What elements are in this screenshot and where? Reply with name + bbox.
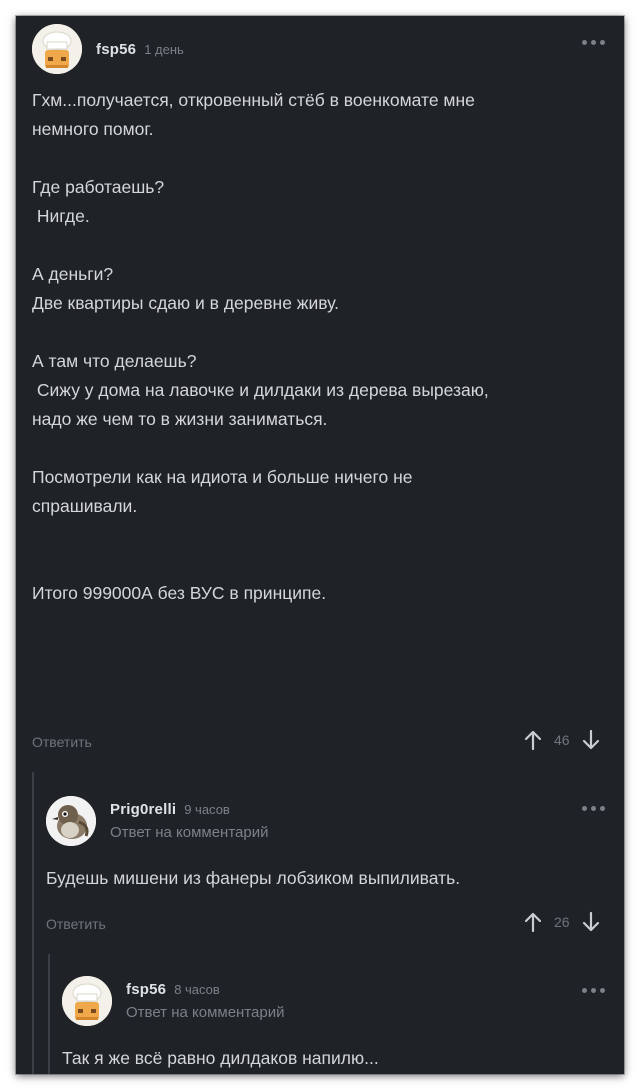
comment-text-line: А там что делаешь?	[32, 351, 197, 371]
chef-avatar-icon	[32, 24, 82, 74]
vote-count: 46	[554, 732, 570, 748]
reply-button[interactable]: Ответить	[32, 734, 92, 750]
comment-text-line: Итого 999000А без ВУС в принципе.	[32, 583, 327, 603]
more-button[interactable]	[582, 40, 605, 45]
arrow-down-icon[interactable]	[580, 728, 602, 752]
reply-to-link[interactable]: Ответ на комментарий	[126, 1004, 284, 1021]
avatar[interactable]	[32, 24, 82, 74]
more-dots-icon	[582, 988, 587, 993]
comment-text-line: Гхм...получается, откровенный стёб в вое…	[32, 90, 475, 110]
arrow-up-icon[interactable]	[522, 910, 544, 934]
comment-3-header: fsp56 8 часов Ответ на комментарий	[62, 976, 284, 1026]
comment-text-line: Посмотрели как на идиота и больше ничего…	[32, 467, 413, 487]
comment-2-header: Prig0relli 9 часов Ответ на комментарий	[46, 796, 268, 846]
comment-text-line: Будешь мишени из фанеры лобзиком выпилив…	[46, 868, 461, 888]
thread-line[interactable]	[48, 954, 50, 1074]
more-dots-icon	[591, 988, 596, 993]
comment-text-line: надо же чем то в жизни заниматься.	[32, 409, 328, 429]
vote-count: 26	[554, 914, 570, 930]
vote-controls: 46	[522, 728, 602, 752]
more-button[interactable]	[582, 806, 605, 811]
timestamp: 1 день	[144, 41, 184, 57]
comments-thread: fsp56 1 день Гхм...получается, откровенн…	[16, 16, 624, 1074]
avatar[interactable]	[62, 976, 112, 1026]
comment-text-line	[32, 144, 602, 173]
comment-text-line: А деньги?	[32, 264, 114, 284]
reply-button[interactable]: Ответить	[46, 916, 106, 932]
timestamp: 9 часов	[184, 802, 230, 817]
comment-text-line: Нигде.	[32, 206, 90, 226]
comment-text-line: Где работаешь?	[32, 177, 165, 197]
vote-controls: 26	[522, 910, 602, 934]
author-meta: fsp56 8 часов Ответ на комментарий	[126, 981, 284, 1021]
comment-1-header: fsp56 1 день	[32, 24, 184, 74]
more-dots-icon	[600, 40, 605, 45]
sparrow-avatar-icon	[46, 796, 96, 846]
comment-text-line	[32, 434, 602, 463]
more-dots-icon	[582, 40, 587, 45]
timestamp: 8 часов	[174, 982, 220, 997]
more-dots-icon	[591, 40, 596, 45]
comment-3-body: Так я же всё равно дилдаков напилю...	[62, 1044, 602, 1073]
comment-text-line: Так я же всё равно дилдаков напилю...	[62, 1048, 379, 1068]
comment-text-line	[32, 521, 602, 550]
thread-line[interactable]	[32, 772, 34, 1074]
reply-to-link[interactable]: Ответ на комментарий	[110, 824, 268, 841]
username[interactable]: fsp56	[126, 981, 166, 998]
comment-text-line: спрашивали.	[32, 496, 138, 516]
comment-text-line	[32, 318, 602, 347]
comment-text-line: немного помог.	[32, 119, 154, 139]
more-dots-icon	[600, 806, 605, 811]
comment-text-line: Сижу у дома на лавочке и дилдаки из дере…	[32, 380, 489, 400]
arrow-up-icon[interactable]	[522, 728, 544, 752]
avatar[interactable]	[46, 796, 96, 846]
comment-text-line	[32, 550, 602, 579]
more-button[interactable]	[582, 988, 605, 993]
username[interactable]: fsp56	[96, 41, 136, 58]
comment-2-body: Будешь мишени из фанеры лобзиком выпилив…	[46, 864, 602, 893]
author-meta: Prig0relli 9 часов Ответ на комментарий	[110, 801, 268, 841]
username[interactable]: Prig0relli	[110, 801, 176, 818]
more-dots-icon	[591, 806, 596, 811]
author-meta: fsp56 1 день	[96, 41, 184, 58]
more-dots-icon	[582, 806, 587, 811]
arrow-down-icon[interactable]	[580, 910, 602, 934]
comment-text-line: Две квартиры сдаю и в деревне живу.	[32, 293, 340, 313]
chef-avatar-icon	[62, 976, 112, 1026]
comment-text-line	[32, 231, 602, 260]
comment-1-body: Гхм...получается, откровенный стёб в вое…	[32, 86, 602, 608]
more-dots-icon	[600, 988, 605, 993]
